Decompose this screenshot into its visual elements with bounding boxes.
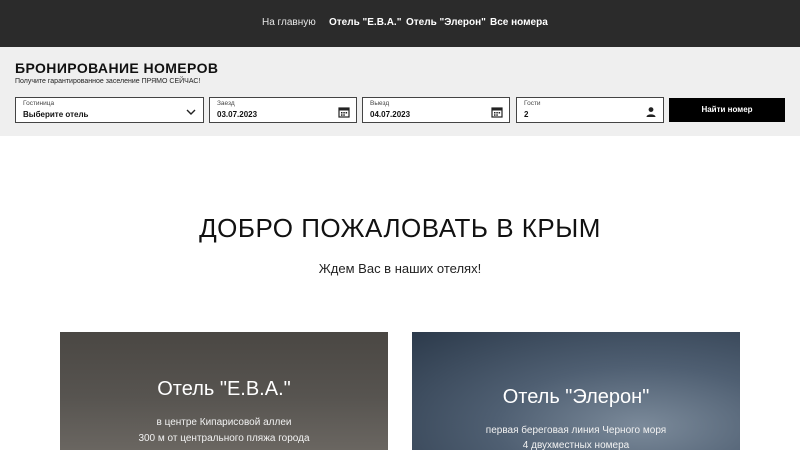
hotel-select-value: Выберите отель: [23, 110, 89, 119]
hotel-card-line: в центре Кипарисовой аллеи: [156, 417, 292, 428]
checkin-date-field[interactable]: Заезд 03.07.2023: [209, 97, 357, 123]
guests-value: 2: [524, 110, 529, 119]
calendar-icon[interactable]: [491, 105, 503, 118]
welcome-subtitle: Ждем Вас в наших отелях!: [318, 261, 482, 276]
find-room-button[interactable]: Найти номер: [669, 98, 785, 122]
calendar-icon[interactable]: [338, 105, 350, 118]
hotel-card-line: первая береговая линия Черного моря: [485, 425, 667, 436]
guests-label: Гости: [524, 100, 541, 107]
hotel-card-title: Отель "Элерон": [502, 386, 650, 408]
user-icon: [645, 105, 657, 117]
hotel-card-title: Отель "Е.В.А.": [157, 378, 291, 400]
hotel-select-label: Гостиница: [23, 100, 55, 107]
nav-link-home[interactable]: На главную: [262, 17, 316, 29]
hotel-select[interactable]: Гостиница Выберите отель: [15, 97, 204, 123]
checkout-label: Выезд: [370, 100, 390, 107]
checkin-label: Заезд: [217, 100, 235, 107]
checkout-date-field[interactable]: Выезд 04.07.2023: [362, 97, 510, 123]
welcome-title: ДОБРО ПОЖАЛОВАТЬ В КРЫМ: [199, 213, 601, 243]
chevron-down-icon: [185, 105, 197, 117]
hotel-card-eleron[interactable]: Отель "Элерон" первая береговая линия Че…: [412, 332, 740, 450]
checkout-value: 04.07.2023: [370, 110, 411, 119]
guests-field[interactable]: Гости 2: [516, 97, 664, 123]
hotel-card-eva[interactable]: Отель "Е.В.А." в центре Кипарисовой алле…: [60, 332, 388, 450]
checkin-value: 03.07.2023: [217, 110, 258, 119]
booking-subtitle: Получите гарантированное заселение ПРЯМО…: [15, 78, 201, 85]
nav-link-hotel-eleron[interactable]: Отель "Элерон": [406, 17, 486, 29]
top-navigation: На главную Отель "Е.В.А." Отель "Элерон"…: [0, 0, 800, 47]
booking-title: БРОНИРОВАНИЕ НОМЕРОВ: [15, 60, 219, 76]
hotel-card-line: 4 двухместных номера: [522, 440, 630, 450]
nav-link-all-rooms[interactable]: Все номера: [490, 17, 548, 29]
nav-link-hotel-eva[interactable]: Отель "Е.В.А.": [329, 17, 401, 29]
booking-panel: БРОНИРОВАНИЕ НОМЕРОВ Получите гарантиров…: [0, 47, 800, 136]
hotel-card-line: 300 м от центрального пляжа города: [138, 433, 310, 444]
